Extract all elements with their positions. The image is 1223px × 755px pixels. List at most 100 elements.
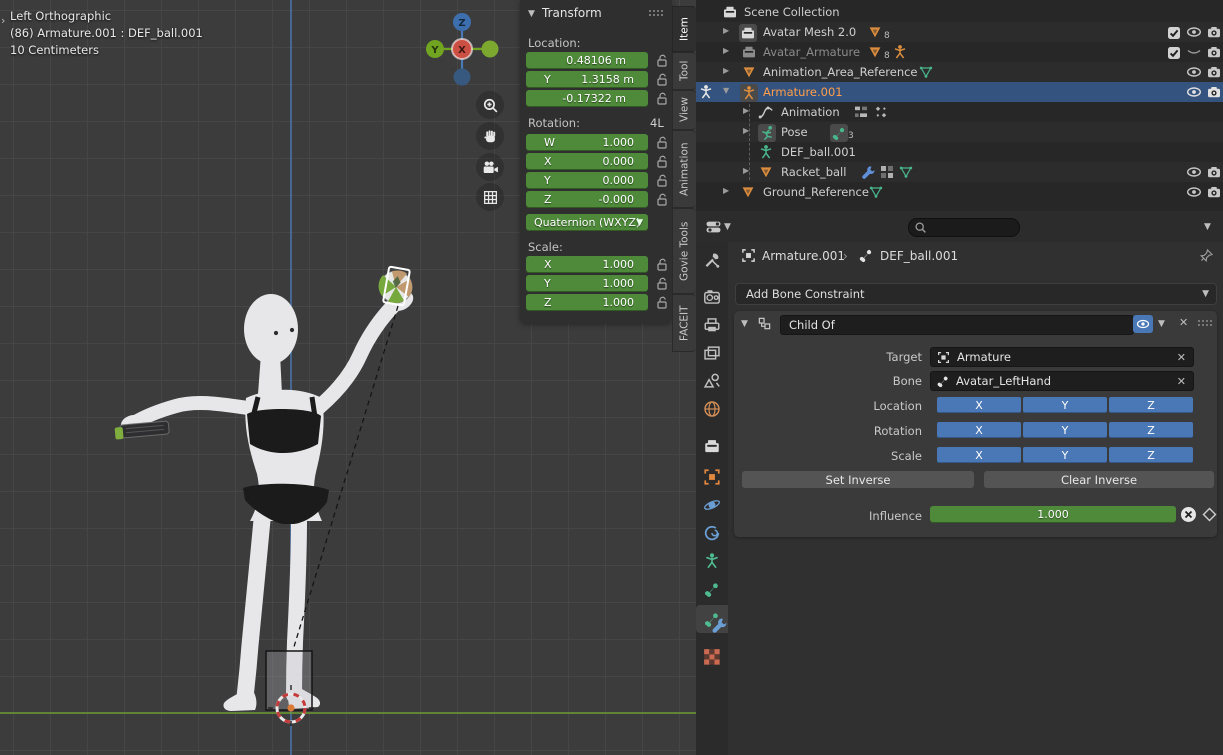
constraint-extras-chevron-icon[interactable]: ▼ — [1158, 319, 1165, 329]
tab-object-icon[interactable] — [703, 468, 721, 486]
outliner-row-racket-ball[interactable]: ▶ Racket_ball — [696, 162, 1223, 182]
pin-icon[interactable] — [1198, 248, 1214, 264]
location-y-toggle[interactable]: Y — [1023, 397, 1107, 413]
tab-physics-icon[interactable] — [703, 496, 721, 514]
panel-drag-grip[interactable] — [648, 9, 664, 17]
outliner-row-pose[interactable]: ▶ Pose 3 — [696, 122, 1223, 142]
tab-item[interactable]: Item — [672, 6, 696, 52]
tab-scene-icon[interactable] — [703, 372, 721, 390]
rotation-y-toggle[interactable]: Y — [1023, 422, 1107, 438]
rotation-z-field[interactable]: Z-0.000 — [526, 191, 648, 208]
constraint-enable-eye-button[interactable] — [1133, 315, 1153, 333]
set-inverse-button[interactable]: Set Inverse — [742, 471, 974, 489]
eye-icon[interactable] — [1186, 184, 1202, 200]
rotation-lock-badge[interactable]: 4L — [650, 116, 664, 130]
axis-gizmo[interactable]: Z Y X — [425, 12, 499, 90]
expand-arrow-icon[interactable]: ▶ — [723, 66, 729, 75]
rotation-y-field[interactable]: Y0.000 — [526, 172, 648, 189]
outliner-row-animation-area-reference[interactable]: ▶ Animation_Area_Reference — [696, 62, 1223, 82]
eye-closed-icon[interactable] — [1186, 44, 1202, 60]
outliner-row-armature-001[interactable]: ▼ Armature.001 — [696, 82, 1223, 102]
scale-x-field[interactable]: X1.000 — [526, 256, 648, 273]
camera-icon[interactable] — [1206, 44, 1222, 60]
tab-bone-constraint-wrench-icon[interactable] — [710, 616, 728, 634]
tab-render-icon[interactable] — [703, 288, 721, 306]
scale-x-toggle[interactable]: X — [937, 447, 1021, 463]
mannequin-figure[interactable] — [120, 287, 417, 711]
target-field[interactable]: Armature ✕ — [930, 347, 1194, 367]
panel-collapse-chevron[interactable]: ▼ — [741, 319, 748, 329]
scale-z-field[interactable]: Z1.000 — [526, 294, 648, 311]
eye-icon[interactable] — [1186, 164, 1202, 180]
editor-type-icon[interactable] — [704, 219, 724, 235]
constraint-drag-grip[interactable] — [1197, 319, 1213, 327]
tab-output-icon[interactable] — [703, 316, 721, 334]
toggle-grid-button[interactable] — [476, 183, 504, 211]
eye-icon[interactable] — [1186, 64, 1202, 80]
search-input[interactable] — [908, 218, 1020, 237]
tab-object-data-icon[interactable] — [703, 552, 721, 570]
camera-view-button[interactable] — [476, 153, 504, 181]
clear-target-icon[interactable]: ✕ — [1177, 351, 1186, 364]
toolbar-collapse-arrow[interactable]: › — [1, 14, 5, 27]
tab-tool[interactable]: Tool — [672, 52, 696, 90]
tab-texture-icon[interactable] — [703, 648, 721, 666]
clear-inverse-button[interactable]: Clear Inverse — [984, 471, 1214, 489]
bone-field[interactable]: Avatar_LeftHand ✕ — [930, 371, 1194, 391]
collapse-arrow-icon[interactable]: ▼ — [723, 86, 729, 95]
location-x-field[interactable]: 0.48106 m — [526, 52, 648, 69]
outliner-row-scene-collection[interactable]: Scene Collection — [696, 2, 1223, 22]
expand-arrow-icon[interactable]: ▶ — [723, 186, 729, 195]
rotation-mode-dropdown[interactable]: Quaternion (WXYZ)▼ — [526, 214, 648, 231]
outliner-row-def-ball[interactable]: DEF_ball.001 — [696, 142, 1223, 162]
expand-arrow-icon[interactable]: ▶ — [743, 126, 749, 135]
tab-bone-icon[interactable] — [703, 580, 721, 598]
eye-icon[interactable] — [1186, 84, 1202, 100]
camera-icon[interactable] — [1206, 184, 1222, 200]
panel-collapse-chevron[interactable]: ▼ — [528, 9, 535, 19]
tab-view-layer-icon[interactable] — [703, 344, 721, 362]
rotation-x-field[interactable]: X0.000 — [526, 153, 648, 170]
scale-z-toggle[interactable]: Z — [1109, 447, 1193, 463]
scale-y-field[interactable]: Y1.000 — [526, 275, 648, 292]
chevron-down-icon[interactable]: ▼ — [724, 222, 731, 232]
eye-icon[interactable] — [1186, 24, 1202, 40]
delete-constraint-icon[interactable]: ✕ — [1179, 316, 1188, 329]
location-y-field[interactable]: Y1.3158 m — [526, 71, 648, 88]
header-options-chevron-icon[interactable]: ▼ — [1204, 222, 1211, 232]
constraint-name-field[interactable]: Child Of — [780, 315, 1134, 335]
clear-animation-icon[interactable] — [1180, 506, 1197, 523]
expand-arrow-icon[interactable]: ▶ — [723, 26, 729, 35]
location-x-toggle[interactable]: X — [937, 397, 1021, 413]
tab-view[interactable]: View — [672, 90, 696, 130]
breadcrumb-bone[interactable]: DEF_ball.001 — [880, 249, 958, 263]
scale-y-toggle[interactable]: Y — [1023, 447, 1107, 463]
pan-hand-button[interactable] — [476, 122, 504, 150]
expand-arrow-icon[interactable]: ▶ — [743, 166, 749, 175]
outliner-row-animation[interactable]: ▶ Animation — [696, 102, 1223, 122]
tab-animation[interactable]: Animation — [672, 130, 696, 208]
clear-bone-icon[interactable]: ✕ — [1177, 375, 1186, 388]
location-z-toggle[interactable]: Z — [1109, 397, 1193, 413]
keyframe-diamond-icon[interactable] — [1202, 507, 1217, 522]
selectable-checkbox-icon[interactable] — [1166, 45, 1182, 61]
tab-tool-icon[interactable] — [703, 251, 721, 269]
camera-icon[interactable] — [1206, 24, 1222, 40]
reference-box-object[interactable] — [266, 651, 312, 710]
gizmo-z-neg-ball[interactable] — [454, 69, 471, 86]
tab-world-icon[interactable] — [703, 400, 721, 418]
camera-icon[interactable] — [1206, 64, 1222, 80]
zoom-button[interactable] — [476, 91, 504, 119]
rotation-x-toggle[interactable]: X — [937, 422, 1021, 438]
outliner-row-avatar-armature[interactable]: ▶ Avatar_Armature 8 — [696, 42, 1223, 62]
tab-govie-tools[interactable]: Govie Tools — [672, 208, 696, 294]
outliner-row-avatar-mesh[interactable]: ▶ Avatar Mesh 2.0 8 — [696, 22, 1223, 42]
selectable-checkbox-icon[interactable] — [1166, 25, 1182, 41]
tab-faceit[interactable]: FACEIT — [672, 294, 696, 352]
breadcrumb-object[interactable]: Armature.001 — [762, 249, 845, 263]
tab-collection-icon[interactable] — [703, 437, 721, 455]
expand-arrow-icon[interactable]: ▶ — [723, 46, 729, 55]
rotation-z-toggle[interactable]: Z — [1109, 422, 1193, 438]
camera-icon[interactable] — [1206, 84, 1222, 100]
transform-panel-title[interactable]: Transform — [542, 6, 602, 20]
